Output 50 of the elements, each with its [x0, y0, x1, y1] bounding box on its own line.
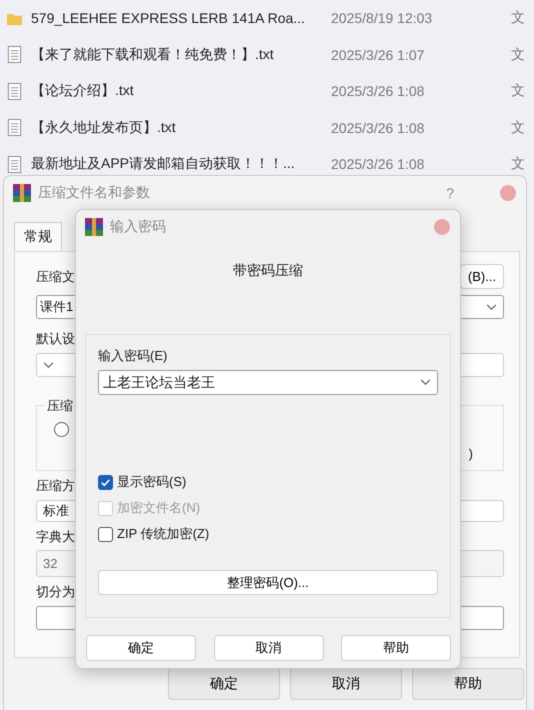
organize-passwords-button[interactable]: 整理密码(O)... — [98, 570, 438, 595]
dialog-button[interactable]: 帮助 — [412, 668, 524, 700]
file-date: 2025/3/26 1:08 — [331, 83, 426, 100]
option-label: ) — [468, 446, 473, 461]
file-name[interactable]: 最新地址及APP请发邮箱自动获取！！！... — [31, 155, 331, 174]
checkbox[interactable] — [98, 474, 113, 490]
file-date: 2025/3/26 1:07 — [331, 46, 426, 63]
file-name[interactable]: 579_LEEHEE EXPRESS LERB 141A Roa... — [31, 10, 331, 26]
file-type: 文 — [511, 9, 525, 28]
browse-button[interactable]: (B)... — [460, 264, 504, 289]
checkbox[interactable] — [98, 526, 113, 542]
radio-button[interactable] — [54, 422, 69, 437]
file-date: 2025/3/26 1:08 — [331, 120, 426, 136]
file-type: 文 — [511, 46, 525, 64]
dialog-heading: 带密码压缩 — [232, 262, 304, 280]
text-file-icon — [7, 46, 22, 64]
file-name[interactable]: 【永久地址发布页】.txt — [31, 118, 331, 137]
field-label: 默认设 — [36, 330, 75, 348]
file-type: 文 — [511, 118, 525, 137]
file-type: 文 — [511, 82, 525, 100]
window-title: 输入密码 — [110, 218, 167, 236]
text-file-icon — [7, 82, 22, 100]
checkbox-label: ZIP 传统加密(Z) — [117, 525, 210, 543]
password-field[interactable]: 上老王论坛当老王 — [98, 370, 438, 395]
file-name[interactable]: 【论坛介绍】.txt — [31, 82, 331, 100]
checkbox-label: 加密文件名(N) — [117, 499, 200, 517]
dialog-button[interactable]: 取消 — [214, 635, 324, 661]
checkbox-label: 显示密码(S) — [117, 473, 186, 491]
archive-icon — [84, 216, 104, 236]
dialog-button[interactable]: 取消 — [290, 668, 402, 700]
dialog-button[interactable]: 确定 — [86, 635, 196, 661]
text-file-icon — [7, 156, 22, 173]
chevron-icon — [420, 379, 431, 386]
tab[interactable]: 常规 — [14, 222, 62, 251]
field-label: 压缩方 — [36, 477, 75, 495]
file-type: 文 — [511, 155, 525, 174]
window-title: 压缩文件名和参数 — [38, 184, 151, 202]
chevron-icon — [43, 362, 54, 368]
file-date: 2025/8/19 12:03 — [331, 10, 434, 26]
field-label: 输入密码(E) — [98, 347, 168, 365]
field-label: 切分为 — [36, 583, 75, 601]
dialog-button[interactable]: 帮助 — [341, 635, 451, 661]
field-label: 压缩文 — [36, 268, 75, 286]
file-date: 2025/3/26 1:08 — [331, 156, 426, 172]
archive-icon — [12, 182, 32, 202]
dialog-button[interactable]: 确定 — [168, 668, 280, 700]
file-name[interactable]: 【来了就能下载和观看！纯免费！】.txt — [31, 46, 331, 64]
field-label: 字典大 — [36, 528, 75, 546]
chevron-icon — [486, 304, 497, 310]
text-file-icon — [7, 119, 22, 136]
